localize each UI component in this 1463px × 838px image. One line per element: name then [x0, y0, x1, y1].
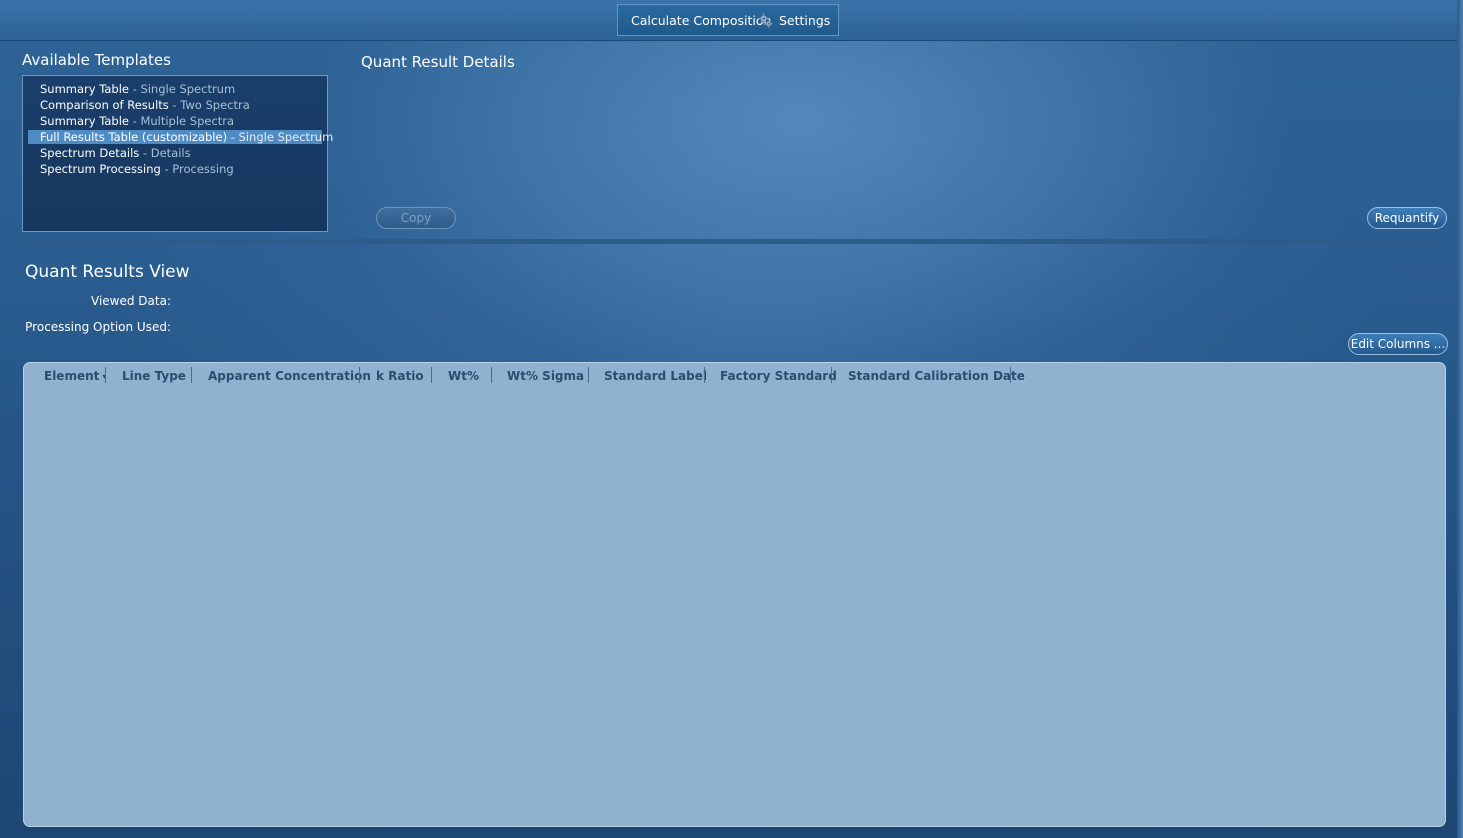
viewed-data-label: Viewed Data:: [91, 294, 171, 308]
results-grid[interactable]: Element▾ Line Type Apparent Concentration k…: [23, 362, 1446, 827]
copy-button[interactable]: Copy: [376, 207, 456, 229]
column-header[interactable]: Wt%: [448, 368, 479, 385]
template-item[interactable]: Spectrum Processing - Processing: [28, 162, 322, 176]
column-separator[interactable]: [191, 367, 192, 383]
column-separator[interactable]: [704, 367, 705, 383]
gear-icon: [758, 13, 773, 28]
requantify-button[interactable]: Requantify: [1367, 207, 1447, 229]
template-separator: -: [227, 130, 239, 144]
template-item[interactable]: Full Results Table (customizable) - Sing…: [28, 130, 333, 144]
template-separator: -: [128, 114, 141, 128]
column-header-label: Wt%: [448, 369, 479, 383]
template-separator: -: [160, 162, 173, 176]
template-description: Multiple Spectra: [140, 114, 235, 128]
template-item[interactable]: Summary Table - Single Spectrum: [28, 82, 322, 96]
toolbar-button-group: Calculate Composition Settings: [617, 4, 839, 36]
window-right-edge: [1457, 0, 1463, 838]
settings-button[interactable]: Settings: [758, 5, 830, 35]
column-header[interactable]: k Ratio: [376, 368, 424, 385]
template-name: Spectrum Details: [40, 146, 140, 160]
column-separator[interactable]: [431, 367, 432, 383]
column-header-label: Factory Standard: [720, 369, 837, 383]
column-header[interactable]: Standard Calibration Date: [848, 368, 1025, 385]
template-separator: -: [139, 146, 151, 160]
template-name: Spectrum Processing: [40, 162, 161, 176]
column-separator[interactable]: [359, 367, 360, 383]
column-separator[interactable]: [105, 367, 106, 383]
column-header[interactable]: Factory Standard: [720, 368, 837, 385]
template-name: Summary Table: [40, 82, 129, 96]
templates-list[interactable]: Summary Table - Single Spectrum Compariso…: [22, 75, 333, 232]
column-separator[interactable]: [831, 367, 832, 383]
template-name: Comparison of Results: [40, 98, 169, 112]
column-header-label: Standard Label: [604, 369, 707, 383]
available-templates-heading: Available Templates: [22, 51, 171, 69]
template-separator: -: [168, 98, 181, 112]
quant-results-view-heading: Quant Results View: [25, 262, 190, 282]
column-header-label: Line Type: [122, 369, 186, 383]
edit-columns-button[interactable]: Edit Columns ...: [1348, 333, 1448, 355]
template-item[interactable]: Spectrum Details - Details: [28, 146, 322, 160]
section-divider: [22, 239, 1447, 244]
column-separator[interactable]: [1010, 367, 1011, 383]
column-header-label: Standard Calibration Date: [848, 369, 1025, 383]
settings-label: Settings: [779, 13, 831, 28]
column-header[interactable]: Element▾: [44, 368, 106, 385]
column-header-label: Element: [44, 369, 100, 383]
column-separator[interactable]: [491, 367, 492, 383]
top-toolbar: Calculate Composition Settings: [0, 0, 1463, 41]
template-description: Details: [150, 146, 191, 160]
column-header[interactable]: Apparent Concentration: [208, 368, 371, 385]
column-separator[interactable]: [588, 367, 589, 383]
template-description: Processing: [172, 162, 234, 176]
processing-option-label: Processing Option Used:: [25, 320, 171, 334]
calculate-composition-button[interactable]: Calculate Composition: [631, 5, 771, 35]
template-description: Single Spectrum: [238, 130, 334, 144]
template-description: Single Spectrum: [140, 82, 236, 96]
column-header[interactable]: Line Type: [122, 368, 186, 385]
template-name: Full Results Table (customizable): [40, 130, 228, 144]
column-header-label: k Ratio: [376, 369, 424, 383]
column-header[interactable]: Standard Label: [604, 368, 707, 385]
template-item[interactable]: Comparison of Results - Two Spectra: [28, 98, 322, 112]
column-header-label: Apparent Concentration: [208, 369, 371, 383]
template-description: Two Spectra: [180, 98, 250, 112]
quant-result-details-heading: Quant Result Details: [361, 53, 515, 71]
column-header[interactable]: Wt% Sigma: [507, 368, 584, 385]
column-header-label: Wt% Sigma: [507, 369, 585, 383]
template-separator: -: [128, 82, 141, 96]
template-item[interactable]: Summary Table - Multiple Spectra: [28, 114, 322, 128]
template-name: Summary Table: [40, 114, 129, 128]
